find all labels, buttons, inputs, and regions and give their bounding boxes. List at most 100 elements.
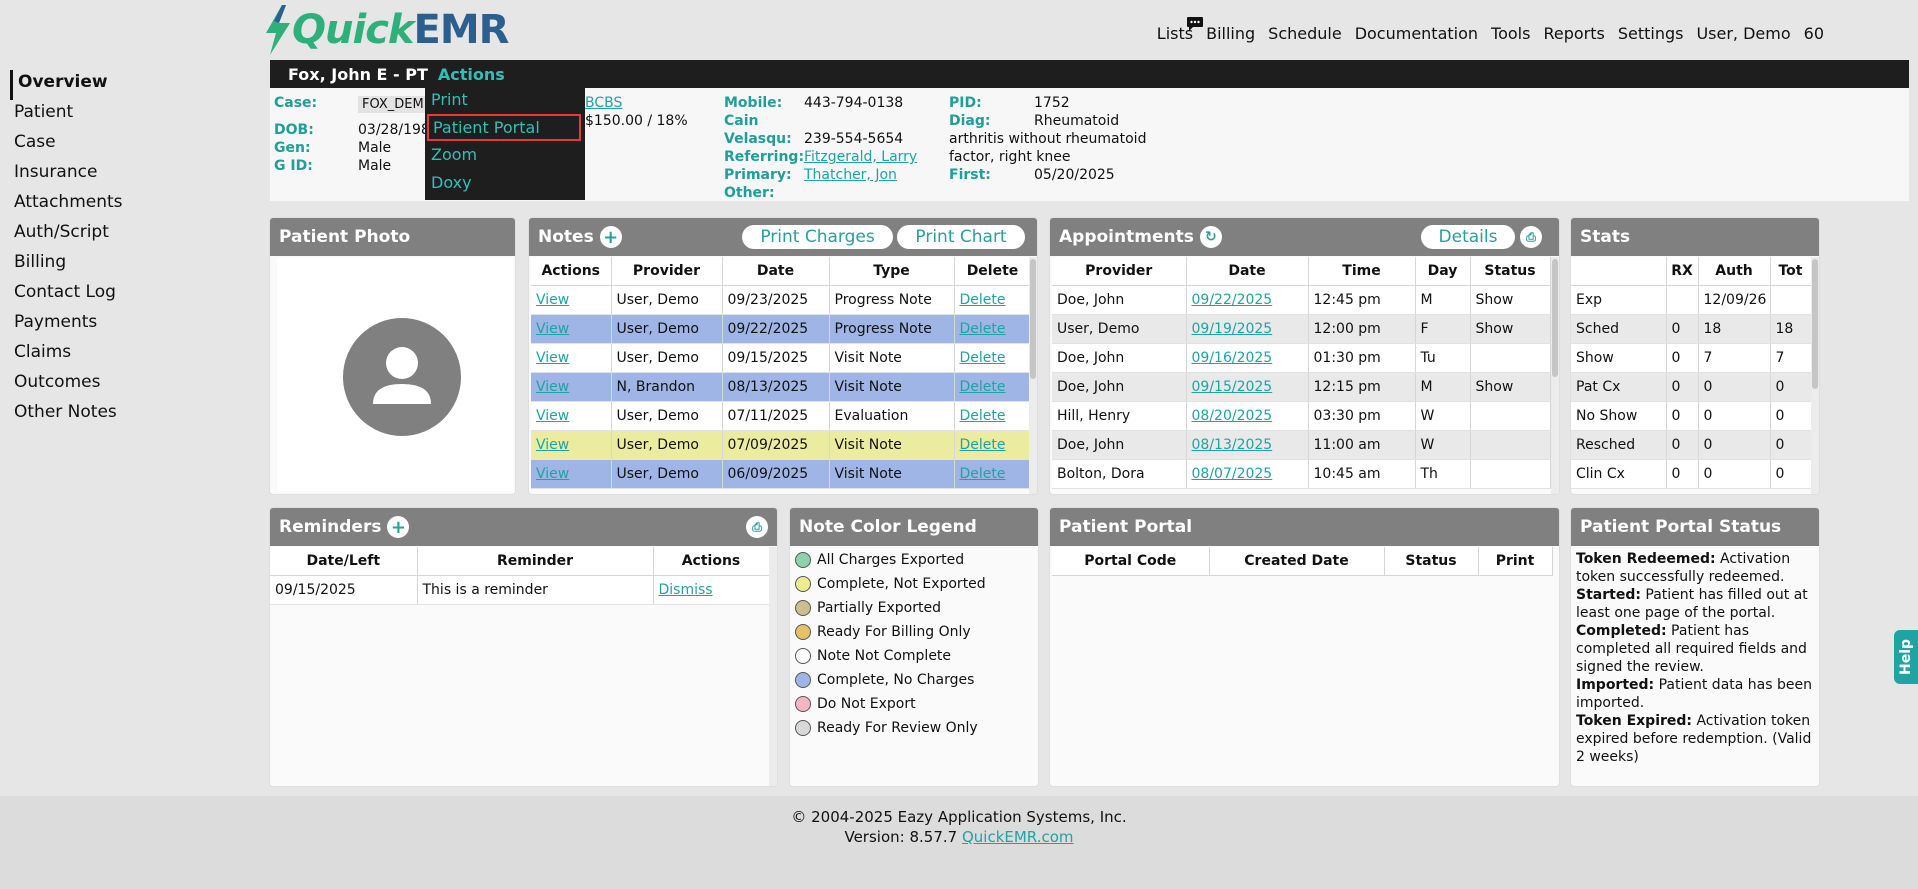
- help-tab[interactable]: Help: [1894, 630, 1918, 684]
- nav-documentation[interactable]: Documentation: [1355, 24, 1478, 43]
- nav-schedule[interactable]: Schedule: [1268, 24, 1342, 43]
- sidebar-item-payments[interactable]: Payments: [10, 310, 260, 340]
- appt-date-link[interactable]: 09/19/2025: [1192, 321, 1273, 337]
- stats-scrollbar[interactable]: [1811, 257, 1819, 494]
- appt-date-link[interactable]: 08/13/2025: [1192, 437, 1273, 453]
- sidebar-item-other-notes[interactable]: Other Notes: [10, 400, 260, 430]
- notes-cell-delete: Delete: [954, 372, 1032, 402]
- sidebar-item-outcomes[interactable]: Outcomes: [10, 370, 260, 400]
- appt-date-link[interactable]: 08/07/2025: [1192, 466, 1273, 482]
- color-swatch-icon: [795, 576, 811, 592]
- actions-menu-toggle[interactable]: Actions: [438, 65, 505, 84]
- stats-header: Stats: [1571, 218, 1819, 256]
- notes-cell-action: View: [531, 372, 612, 402]
- stats-cell-auth: 0: [1698, 430, 1771, 460]
- nav-billing[interactable]: Billing: [1206, 24, 1255, 43]
- status-entry: Token Redeemed: Activation token success…: [1576, 550, 1814, 586]
- notes-cell-action: View: [531, 430, 612, 460]
- primary-link[interactable]: Thatcher, Jon: [804, 167, 897, 183]
- referring-link[interactable]: Fitzgerald, Larry: [804, 149, 917, 165]
- view-note-link[interactable]: View: [536, 379, 569, 395]
- notes-col-actions: Actions: [531, 257, 612, 286]
- portal-header: Patient Portal: [1050, 508, 1559, 546]
- sidebar-item-billing[interactable]: Billing: [10, 250, 260, 280]
- delete-note-link[interactable]: Delete: [960, 408, 1006, 424]
- table-row: User, Demo 09/19/2025 12:00 pm F Show: [1052, 314, 1551, 344]
- menu-item-patient-portal[interactable]: Patient Portal: [427, 114, 581, 141]
- photo-frame[interactable]: [277, 258, 513, 491]
- notes-cell-provider: User, Demo: [611, 430, 723, 460]
- view-note-link[interactable]: View: [536, 466, 569, 482]
- appt-date-link[interactable]: 09/16/2025: [1192, 350, 1273, 366]
- delete-note-link[interactable]: Delete: [960, 350, 1006, 366]
- portal-col-code: Portal Code: [1052, 547, 1210, 576]
- reminders-scrollbar[interactable]: [769, 547, 777, 786]
- print-icon[interactable]: ⎙: [746, 516, 768, 538]
- nav-tools[interactable]: Tools: [1491, 24, 1530, 43]
- table-row: Sched 0 18 18: [1571, 314, 1812, 344]
- sidebar-item-case[interactable]: Case: [10, 130, 260, 160]
- menu-item-print[interactable]: Print: [431, 90, 468, 109]
- add-note-button[interactable]: +: [599, 226, 622, 248]
- stats-col-auth: Auth: [1698, 257, 1771, 286]
- view-note-link[interactable]: View: [536, 408, 569, 424]
- view-note-link[interactable]: View: [536, 437, 569, 453]
- sidebar-item-attachments[interactable]: Attachments: [10, 190, 260, 220]
- sidebar-item-auth-script[interactable]: Auth/Script: [10, 220, 260, 250]
- appt-cell-provider: Doe, John: [1052, 430, 1187, 460]
- details-button[interactable]: Details: [1421, 225, 1515, 249]
- appt-cell-time: 12:00 pm: [1308, 314, 1416, 344]
- delete-note-link[interactable]: Delete: [960, 466, 1006, 482]
- appt-date-link[interactable]: 09/15/2025: [1192, 379, 1273, 395]
- mobile-label: Mobile:: [724, 95, 783, 111]
- menu-item-doxy[interactable]: Doxy: [431, 173, 472, 192]
- delete-note-link[interactable]: Delete: [960, 379, 1006, 395]
- print-charges-button[interactable]: Print Charges: [742, 225, 893, 249]
- sidebar-item-insurance[interactable]: Insurance: [10, 160, 260, 190]
- sidebar-item-contact-log[interactable]: Contact Log: [10, 280, 260, 310]
- menu-item-zoom[interactable]: Zoom: [431, 145, 477, 164]
- appointments-scrollbar[interactable]: [1551, 257, 1559, 494]
- notes-cell-delete: Delete: [954, 314, 1032, 344]
- quickemr-link[interactable]: QuickEMR.com: [962, 828, 1074, 846]
- appointments-panel: Appointments ↻ Details ⎙ Provider Date T…: [1049, 217, 1560, 495]
- cain-label: Cain: [724, 113, 759, 129]
- appt-date-link[interactable]: 08/20/2025: [1192, 408, 1273, 424]
- stats-cell-tot: [1770, 285, 1812, 315]
- table-row: View User, Demo 09/23/2025 Progress Note Del…: [531, 285, 1032, 315]
- sidebar-item-claims[interactable]: Claims: [10, 340, 260, 370]
- appt-date-link[interactable]: 09/22/2025: [1192, 292, 1273, 308]
- sidebar-item-overview[interactable]: Overview: [10, 70, 260, 100]
- nav-reports[interactable]: Reports: [1543, 24, 1604, 43]
- notes-scrollbar[interactable]: [1029, 257, 1037, 494]
- appt-cell-date: 09/22/2025: [1186, 285, 1309, 315]
- nav-user-menu[interactable]: User, Demo: [1696, 24, 1790, 43]
- print-icon[interactable]: ⎙: [1520, 226, 1542, 248]
- view-note-link[interactable]: View: [536, 321, 569, 337]
- view-note-link[interactable]: View: [536, 292, 569, 308]
- legend-item: Partially Exported: [790, 596, 1038, 620]
- refresh-icon[interactable]: ↻: [1199, 226, 1222, 248]
- add-reminder-button[interactable]: +: [387, 516, 410, 538]
- appt-cell-time: 01:30 pm: [1308, 343, 1416, 373]
- case-value[interactable]: FOX_DEM: [358, 96, 428, 113]
- nav-settings[interactable]: Settings: [1618, 24, 1684, 43]
- delete-note-link[interactable]: Delete: [960, 437, 1006, 453]
- quickemr-logo[interactable]: Quick EMR: [262, 4, 509, 56]
- insurance-link[interactable]: BCBS: [585, 95, 622, 111]
- appt-cell-date: 08/07/2025: [1186, 459, 1309, 489]
- delete-note-link[interactable]: Delete: [960, 292, 1006, 308]
- rem-cell-action: Dismiss: [653, 575, 770, 605]
- nav-lists[interactable]: Lists: [1157, 24, 1193, 43]
- delete-note-link[interactable]: Delete: [960, 321, 1006, 337]
- notes-cell-provider: User, Demo: [611, 401, 723, 431]
- color-swatch-icon: [795, 672, 811, 688]
- appointments-title: Appointments: [1059, 227, 1194, 247]
- dismiss-reminder-link[interactable]: Dismiss: [659, 582, 713, 598]
- stats-cell-label: Exp: [1571, 285, 1667, 315]
- notes-col-provider: Provider: [611, 257, 723, 286]
- print-chart-button[interactable]: Print Chart: [897, 225, 1025, 249]
- view-note-link[interactable]: View: [536, 350, 569, 366]
- sidebar-item-patient[interactable]: Patient: [10, 100, 260, 130]
- stats-cell-tot: 0: [1770, 401, 1812, 431]
